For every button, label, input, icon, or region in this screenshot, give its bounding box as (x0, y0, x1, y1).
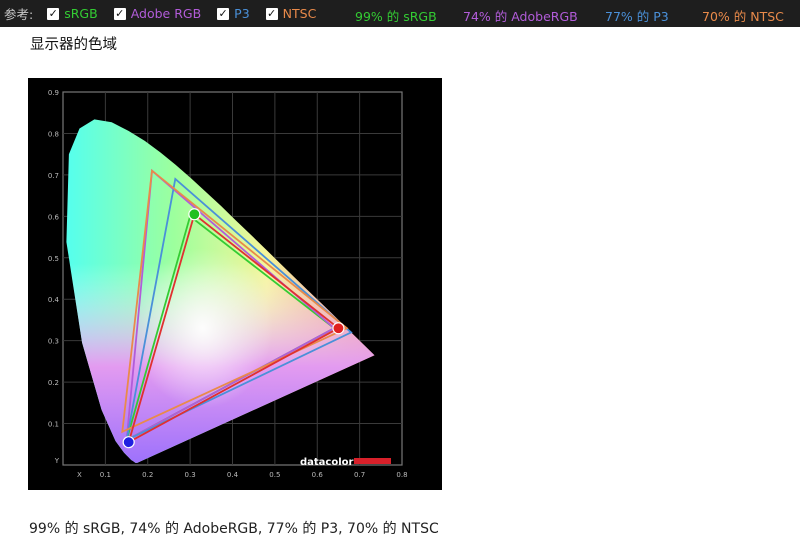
reference-label: 参考: (4, 7, 34, 22)
y-tick-label: 0.9 (48, 89, 59, 97)
y-tick-label: 0.4 (48, 296, 60, 304)
checkmark-icon: ✓ (47, 6, 60, 20)
page-heading: 显示器的色域 (30, 37, 117, 53)
primary-marker-red (332, 322, 345, 335)
checkbox-ntsc[interactable]: ✓ NTSC (265, 6, 317, 21)
x-tick-label: 0.6 (312, 471, 324, 479)
checkbox-p3[interactable]: ✓ P3 (217, 6, 250, 21)
stat-adobe-rgb: 74% 的 AdobeRGB (463, 9, 578, 24)
gamut-chart: 0.1 0.2 0.3 0.4 0.5 0.6 0.7 0.8 0.1 0.2 0.3 0.4 0.5 0… (28, 78, 442, 490)
x-tick-label: 0.5 (269, 471, 280, 479)
white-point-glow (132, 248, 273, 409)
stat-srgb: 99% 的 sRGB (355, 9, 437, 24)
primary-marker-blue (122, 436, 135, 449)
stat-p3: 77% 的 P3 (605, 9, 669, 24)
y-tick-label: 0.6 (48, 213, 60, 221)
checkbox-label-ntsc: NTSC (282, 6, 317, 21)
y-tick-label: 0.5 (48, 255, 59, 263)
checkbox-label-adobe-rgb: Adobe RGB (130, 6, 202, 21)
y-tick-label: 0.1 (48, 421, 59, 429)
x-tick-label: 0.7 (354, 471, 365, 479)
primary-marker-green (188, 208, 201, 221)
checkbox-adobe-rgb[interactable]: ✓ Adobe RGB (113, 6, 202, 21)
checkbox-label-p3: P3 (234, 6, 250, 21)
x-tick-label: 0.3 (185, 471, 196, 479)
spectral-locus (66, 119, 375, 463)
x-tick-label: 0.1 (100, 471, 111, 479)
gamut-caption: 99% 的 sRGB, 74% 的 AdobeRGB, 77% 的 P3, 70… (29, 521, 439, 537)
chromaticity-diagram: 0.1 0.2 0.3 0.4 0.5 0.6 0.7 0.8 0.1 0.2 0.3 0.4 0.5 0… (48, 89, 408, 479)
y-axis-letter: Y (54, 457, 60, 465)
datacolor-logo: datacolor (300, 457, 391, 468)
x-tick-label: 0.2 (142, 471, 153, 479)
watermark-text: datacolor (300, 457, 354, 468)
y-tick-label: 0.2 (48, 379, 59, 387)
y-tick-label: 0.8 (48, 130, 59, 138)
x-tick-label: 0.4 (227, 471, 239, 479)
x-axis-letter: X (77, 471, 82, 479)
y-tick-label: 0.3 (48, 338, 59, 346)
checkmark-icon: ✓ (217, 6, 230, 20)
y-tick-label: 0.7 (48, 172, 59, 180)
checkbox-srgb[interactable]: ✓ sRGB (47, 6, 98, 21)
x-tick-label: 0.8 (396, 471, 407, 479)
watermark-bar (354, 458, 391, 464)
reference-bar: 参考: ✓ sRGB ✓ Adobe RGB ✓ P3 ✓ NTSC 99% 的… (0, 0, 800, 27)
checkbox-label-srgb: sRGB (64, 6, 98, 21)
checkmark-icon: ✓ (265, 6, 278, 20)
checkmark-icon: ✓ (113, 6, 126, 20)
stat-ntsc: 70% 的 NTSC (702, 9, 784, 24)
